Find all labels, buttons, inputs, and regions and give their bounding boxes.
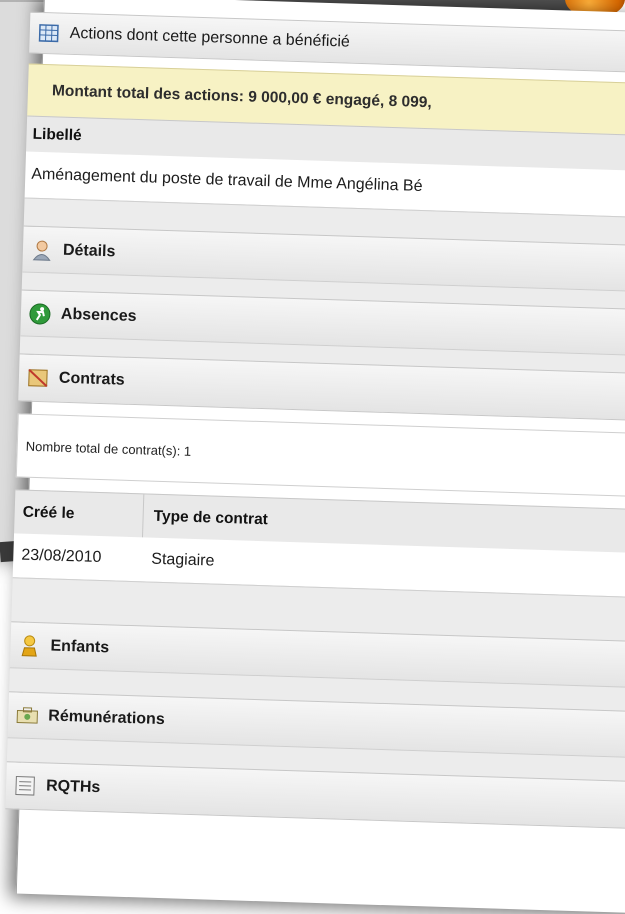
- column-libelle: Libellé: [32, 126, 82, 146]
- column-cree-le[interactable]: Créé le: [14, 490, 143, 538]
- contract-type-value: Stagiaire: [151, 551, 215, 571]
- rqths-section-title: RQTHs: [46, 777, 101, 797]
- contrats-total-box: Nombre total de contrat(s): 1: [16, 413, 625, 498]
- contrats-total-text: Nombre total de contrat(s): 1: [26, 438, 192, 458]
- person-detail-panel: Actions dont cette personne a bénéficié …: [16, 0, 625, 914]
- details-section-title: Détails: [63, 242, 116, 262]
- running-person-icon: [29, 303, 52, 326]
- enfants-section-title: Enfants: [50, 638, 109, 658]
- user-icon: [31, 239, 54, 262]
- remunerations-section-title: Rémunérations: [48, 707, 165, 729]
- actions-total-text: Montant total des actions: 9 000,00 € en…: [52, 82, 432, 112]
- money-icon: [16, 704, 39, 727]
- column-cree-le-label: Créé le: [22, 504, 74, 524]
- column-type-contrat-label: Type de contrat: [153, 508, 268, 530]
- contrats-section-title: Contrats: [59, 370, 125, 390]
- actions-section-title: Actions dont cette personne a bénéficié: [69, 25, 350, 52]
- absences-section-title: Absences: [61, 306, 137, 326]
- contract-date: 23/08/2010: [13, 533, 142, 581]
- table-icon: [37, 22, 60, 45]
- child-icon: [18, 635, 41, 658]
- actions-section-header[interactable]: Actions dont cette personne a bénéficié: [29, 12, 625, 75]
- contract-date-value: 23/08/2010: [21, 547, 102, 568]
- action-libelle-value: Aménagement du poste de travail de Mme A…: [31, 166, 423, 196]
- list-icon: [14, 774, 37, 797]
- notebook-icon: [27, 367, 50, 390]
